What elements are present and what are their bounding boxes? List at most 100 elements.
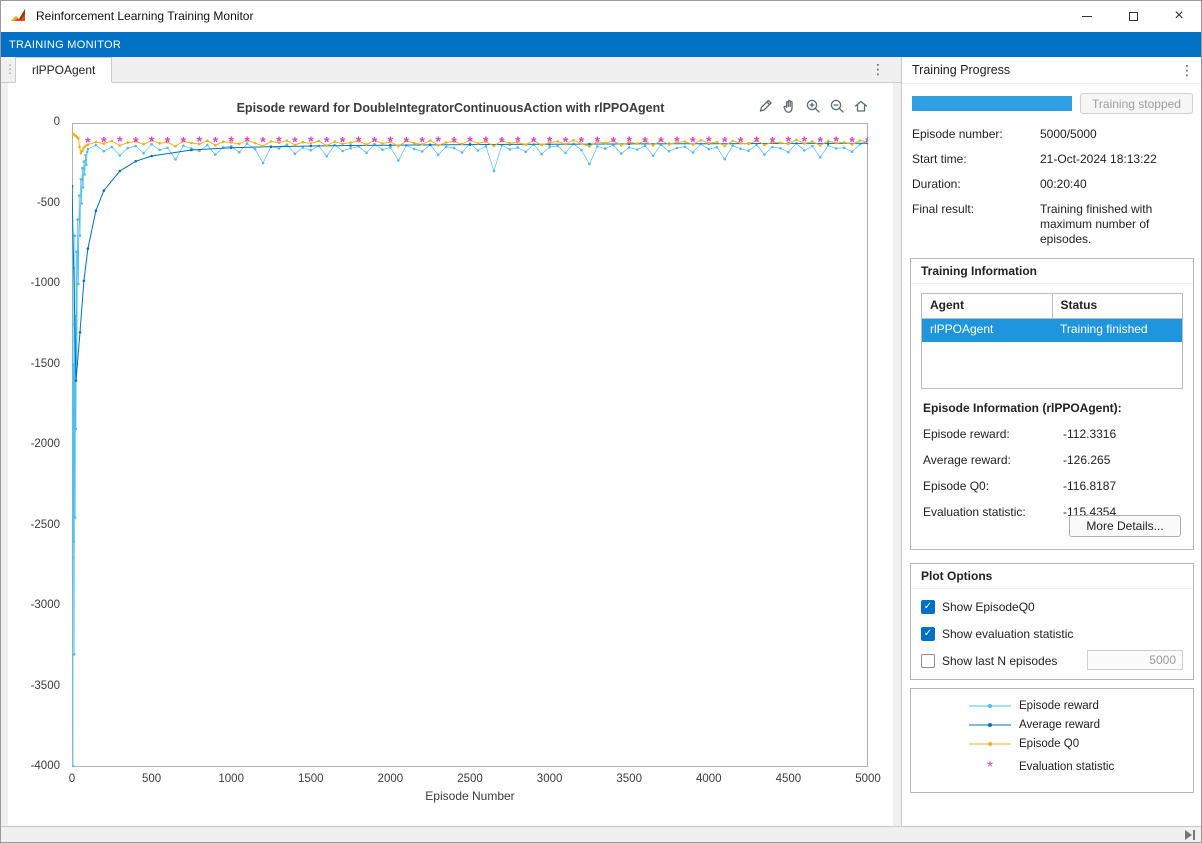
training-reward-plot[interactable]: ****************************************… [72, 123, 868, 767]
plot-option-row[interactable]: ✓ Show evaluation statistic [911, 620, 1193, 647]
series-evaluation-statistic-marker: * [849, 133, 855, 149]
training-information-title: Training Information [911, 259, 1193, 284]
series-episode-q0-marker [270, 140, 273, 143]
pan-icon[interactable] [778, 95, 799, 116]
series-episode-reward-marker [787, 151, 790, 154]
plot-area[interactable]: ****************************************… [72, 123, 868, 767]
series-evaluation-statistic-marker: * [690, 133, 696, 149]
series-episode-reward-marker [294, 153, 297, 156]
series-evaluation-statistic-marker: * [435, 133, 441, 149]
plot-option-row[interactable]: Show last N episodes [911, 647, 1193, 674]
matlab-logo-icon [10, 7, 28, 25]
checkbox[interactable] [921, 654, 935, 668]
legend-label: Average reward [1019, 719, 1100, 731]
tab-rlppoagent[interactable]: rlPPOAgent [15, 57, 112, 83]
brush-icon[interactable] [754, 95, 775, 116]
close-icon[interactable]: × [1156, 0, 1202, 32]
checkbox[interactable]: ✓ [921, 600, 935, 614]
series-episode-q0-marker [174, 145, 177, 148]
series-episode-reward-marker [819, 156, 822, 159]
series-episode-q0-marker [126, 141, 129, 144]
stat-value: 21-Oct-2024 18:13:22 [1040, 152, 1192, 167]
series-episode-reward-marker [381, 148, 384, 151]
panel-overflow-icon[interactable]: ⋮ [1180, 62, 1194, 79]
series-episode-q0-marker [381, 142, 384, 145]
plot-option-row[interactable]: ✓ Show EpisodeQ0 [911, 593, 1193, 620]
series-episode-q0-marker [302, 141, 305, 144]
plot-option-label[interactable]: Show evaluation statistic [942, 627, 1073, 641]
more-details-button[interactable]: More Details... [1069, 515, 1181, 537]
agent-status-table: AgentStatusrlPPOAgentTraining finished [921, 293, 1183, 389]
series-average-reward-marker [349, 144, 352, 147]
legend-box: Episode rewardAverage rewardEpisode Q0*E… [910, 688, 1194, 793]
episode-information-title: Episode Information (rlPPOAgent): [923, 401, 1122, 415]
series-episode-reward-marker [421, 150, 424, 153]
series-evaluation-statistic-marker: * [133, 134, 139, 150]
series-episode-reward-marker [95, 144, 98, 147]
series-episode-reward-marker [747, 149, 750, 152]
minimize-icon[interactable] [1064, 0, 1110, 32]
training-stats: Episode number:5000/5000Start time:21-Oc… [912, 127, 1196, 257]
last-n-episodes-input[interactable] [1087, 650, 1183, 670]
zoom-out-icon[interactable] [826, 95, 847, 116]
series-episode-q0-marker [731, 140, 734, 143]
series-evaluation-statistic-marker: * [85, 134, 91, 150]
training-stopped-button[interactable]: Training stopped [1080, 93, 1193, 114]
series-episode-reward-marker [397, 159, 400, 162]
series-episode-reward-marker [843, 147, 846, 150]
training-progress-bar [912, 96, 1072, 111]
training-progress-panel: Training Progress ⋮ Training stopped Epi… [901, 57, 1202, 826]
series-average-reward-marker [79, 331, 82, 334]
series-episode-reward-marker [85, 164, 88, 167]
maximize-icon[interactable] [1110, 0, 1156, 32]
series-evaluation-statistic-marker: * [595, 133, 601, 149]
series-episode-reward-marker [86, 151, 89, 154]
series-episode-reward-marker [763, 153, 766, 156]
legend-item: Average reward [911, 715, 1193, 734]
plot-option-label[interactable]: Show last N episodes [942, 654, 1057, 668]
y-tick-label: -4000 [8, 760, 60, 772]
tab-label: rlPPOAgent [32, 63, 95, 77]
checkbox[interactable]: ✓ [921, 627, 935, 641]
series-episode-q0-marker [78, 146, 81, 149]
series-episode-reward-marker [461, 151, 464, 154]
series-episode-q0-marker [684, 140, 687, 143]
zoom-in-icon[interactable] [802, 95, 823, 116]
episode-info-value: -116.8187 [1063, 479, 1116, 493]
series-evaluation-statistic-marker: * [149, 133, 155, 149]
x-tick-labels: 0500100015002000250030003500400045005000 [72, 773, 868, 787]
series-episode-reward-marker [556, 145, 559, 148]
series-episode-reward-marker [779, 147, 782, 150]
episode-info-row: Average reward:-126.265 [923, 453, 1185, 467]
series-episode-q0-marker [524, 143, 527, 146]
svg-text:*: * [987, 760, 993, 774]
series-evaluation-statistic-marker: * [292, 133, 298, 149]
series-average-reward-marker [119, 170, 122, 173]
series-evaluation-statistic-marker: * [260, 134, 266, 150]
episode-info-row: Episode Q0:-116.8187 [923, 479, 1185, 493]
y-tick-label: -3000 [8, 599, 60, 611]
ribbon-training-monitor-tab[interactable]: TRAINING MONITOR [0, 32, 1202, 57]
series-evaluation-statistic-marker: * [244, 133, 250, 149]
series-episode-q0-marker [588, 145, 591, 148]
series-episode-q0-marker [238, 143, 241, 146]
stat-value: Training finished with maximum number of… [1040, 202, 1192, 247]
episode-info-label: Average reward: [923, 453, 1063, 467]
series-episode-q0-marker [142, 143, 145, 146]
series-evaluation-statistic-marker: * [404, 133, 410, 149]
y-tick-label: -500 [8, 197, 60, 209]
tab-overflow-icon[interactable]: ⋮ [871, 61, 885, 78]
series-evaluation-statistic-marker: * [483, 133, 489, 149]
series-average-reward-marker [134, 160, 137, 163]
series-evaluation-statistic-marker: * [865, 134, 868, 150]
plot-option-label[interactable]: Show EpisodeQ0 [942, 600, 1035, 614]
series-average-reward-marker [270, 145, 273, 148]
series-episode-reward-marker [84, 154, 87, 157]
home-icon[interactable] [850, 95, 871, 116]
series-episode-q0-marker [763, 144, 766, 147]
scroll-end-icon[interactable] [1184, 829, 1198, 841]
x-tick-label: 3000 [525, 773, 575, 785]
x-tick-label: 500 [127, 773, 177, 785]
series-episode-reward-marker [72, 540, 75, 543]
table-row[interactable]: rlPPOAgentTraining finished [922, 319, 1182, 342]
